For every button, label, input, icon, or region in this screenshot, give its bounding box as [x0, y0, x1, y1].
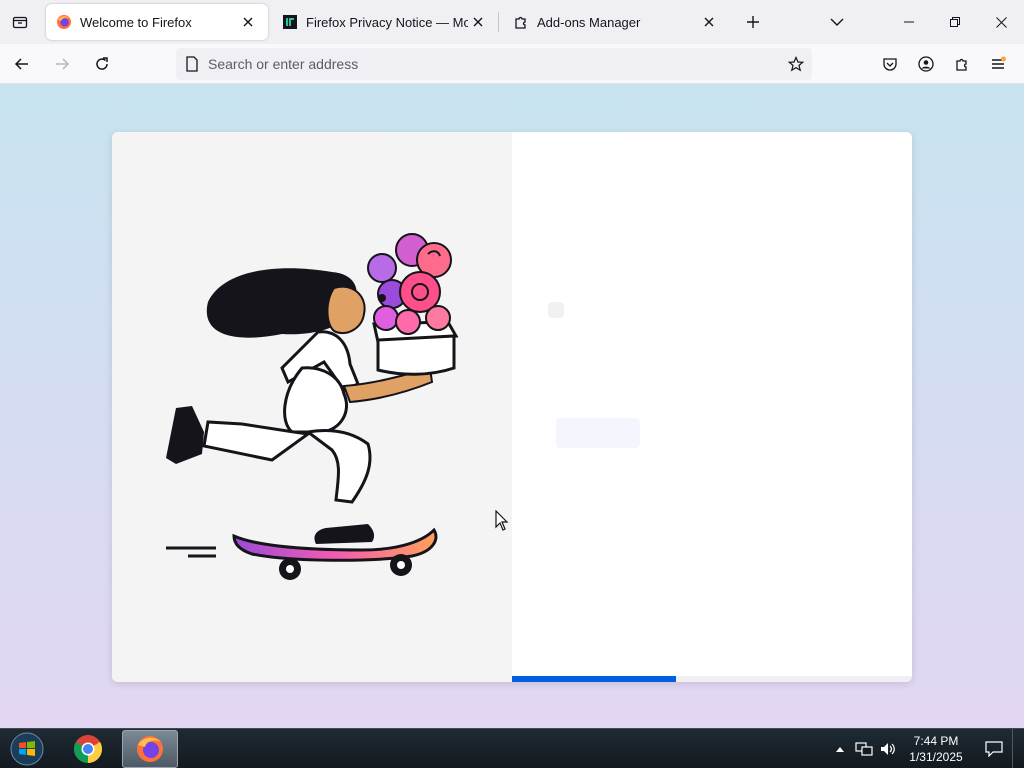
skateboarder-illustration: [166, 233, 459, 580]
taskbar-firefox[interactable]: [122, 729, 178, 768]
new-tab-button[interactable]: [733, 0, 773, 44]
reload-icon: [96, 56, 108, 70]
url-bar[interactable]: [176, 48, 812, 80]
restore-button[interactable]: [932, 0, 978, 44]
volume-icon[interactable]: [876, 729, 900, 768]
clock[interactable]: 7:44 PM 1/31/2025: [904, 733, 968, 765]
close-tab-icon[interactable]: [468, 12, 488, 32]
mouse-cursor-icon: [495, 510, 509, 531]
notification-icon: [985, 741, 1003, 757]
close-tab-icon[interactable]: [238, 12, 258, 32]
mozilla-icon: [282, 14, 298, 30]
system-tray: 7:44 PM 1/31/2025: [828, 729, 1024, 768]
chevron-down-icon: [830, 18, 844, 26]
onboarding-progress-bar: [512, 676, 912, 682]
list-all-tabs-button[interactable]: [817, 0, 857, 44]
taskbar-chrome[interactable]: [60, 730, 116, 768]
forward-arrow-icon: [56, 57, 70, 70]
onboarding-card: [112, 132, 912, 682]
forward-button[interactable]: [44, 48, 80, 80]
puzzle-icon: [956, 58, 967, 71]
tab-title: Welcome to Firefox: [80, 14, 192, 30]
chevron-up-icon: [836, 747, 844, 752]
windows-logo-icon: [10, 732, 44, 765]
app-menu-button[interactable]: [980, 48, 1016, 80]
tab-addons-manager[interactable]: Add-ons Manager: [503, 4, 729, 40]
pocket-button[interactable]: [872, 48, 908, 80]
reload-button[interactable]: [84, 48, 120, 80]
restore-icon: [950, 17, 960, 27]
tab-welcome[interactable]: Welcome to Firefox: [46, 4, 268, 40]
tab-title: Add-ons Manager: [537, 14, 641, 30]
windows-taskbar: 7:44 PM 1/31/2025: [0, 728, 1024, 768]
tab-strip: Welcome to Firefox Firefox Privacy Notic…: [0, 0, 1024, 44]
close-tab-icon[interactable]: [699, 12, 719, 32]
primary-button-fading-in: [556, 418, 640, 448]
firefox-icon: [56, 14, 72, 30]
close-window-button[interactable]: [978, 0, 1024, 44]
minimize-button[interactable]: [886, 0, 932, 44]
firefox-view-button[interactable]: [0, 0, 40, 44]
tab-privacy-notice[interactable]: Firefox Privacy Notice — Mozilla: [272, 4, 498, 40]
close-icon: [995, 16, 1007, 28]
back-button[interactable]: [4, 48, 40, 80]
pocket-icon: [883, 58, 897, 71]
illustration-panel: [112, 132, 512, 682]
show-hidden-icons-button[interactable]: [828, 729, 852, 768]
onboarding-step-panel: [512, 132, 912, 682]
checkbox-fading-in: [548, 302, 564, 318]
bookmark-star-icon[interactable]: [780, 56, 812, 72]
window-controls: [886, 0, 1024, 44]
action-center-button[interactable]: [976, 741, 1012, 757]
tab-title: Firefox Privacy Notice — Mozilla: [306, 14, 468, 30]
page-content: [0, 84, 1024, 728]
extensions-button[interactable]: [944, 48, 980, 80]
firefox-icon: [137, 735, 163, 762]
navigation-toolbar: [0, 44, 1024, 84]
clock-time: 7:44 PM: [913, 734, 959, 748]
back-arrow-icon: [14, 57, 28, 70]
account-icon: [918, 56, 934, 72]
chrome-icon: [74, 734, 102, 763]
show-desktop-button[interactable]: [1012, 729, 1024, 768]
network-icon[interactable]: [852, 729, 876, 768]
account-button[interactable]: [908, 48, 944, 80]
tab-separator: [498, 12, 499, 32]
start-button[interactable]: [0, 729, 54, 768]
progress-bar-fill: [512, 676, 676, 682]
page-icon: [176, 56, 208, 72]
clock-date: 1/31/2025: [909, 750, 963, 764]
minimize-icon: [904, 21, 914, 23]
firefox-view-icon: [12, 16, 28, 29]
plus-icon: [747, 16, 759, 28]
toolbar-right: [872, 48, 1016, 80]
hamburger-menu-icon: [992, 56, 1006, 69]
url-input[interactable]: [208, 56, 780, 72]
puzzle-icon: [513, 14, 529, 30]
